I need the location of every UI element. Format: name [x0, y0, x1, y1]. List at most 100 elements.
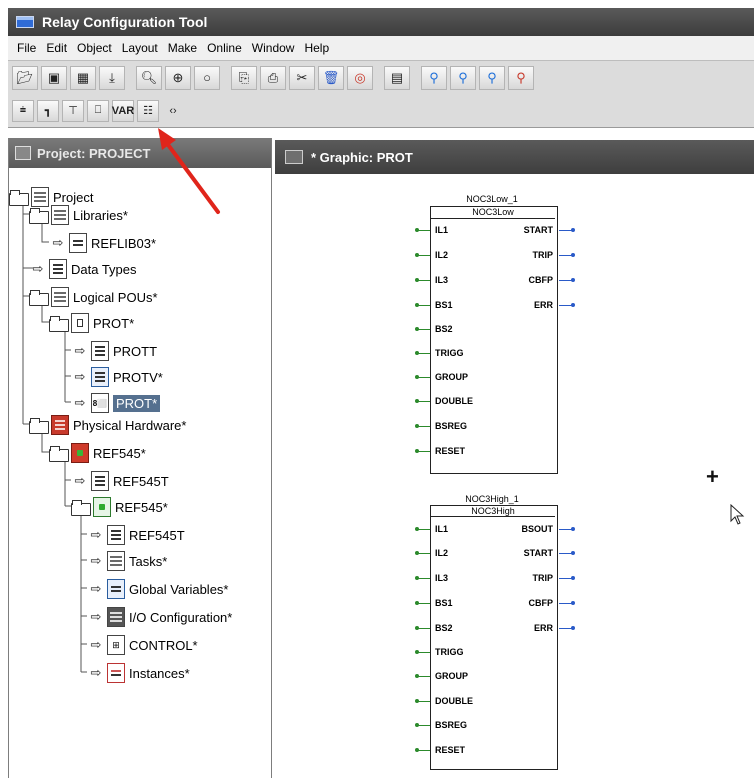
- tree-item-protv[interactable]: ⇨ PROTV*: [71, 366, 163, 388]
- input-wire[interactable]: [415, 650, 430, 654]
- input-wire[interactable]: [415, 449, 430, 453]
- calendar-icon[interactable]: ▤: [384, 65, 410, 90]
- output-pin[interactable]: CBFP: [529, 275, 554, 285]
- output-pin[interactable]: START: [524, 225, 553, 235]
- input-pin[interactable]: IL1: [435, 225, 448, 235]
- input-pin[interactable]: BS2: [435, 623, 453, 633]
- delete-icon[interactable]: 🗑︎: [318, 65, 344, 90]
- input-wire[interactable]: [415, 424, 430, 428]
- tree-item-control[interactable]: ⇨ ⊞ CONTROL*: [87, 634, 198, 656]
- tree-item-global-variables[interactable]: ⇨ Global Variables*: [87, 578, 228, 600]
- input-pin[interactable]: RESET: [435, 745, 465, 755]
- tree-item-ref545t-config[interactable]: ⇨ REF545T: [71, 470, 169, 492]
- input-wire[interactable]: [415, 228, 430, 232]
- wire-icon[interactable]: ⩧: [12, 99, 34, 122]
- input-wire[interactable]: [415, 399, 430, 403]
- tree-item-libraries[interactable]: Libraries*: [29, 204, 128, 226]
- input-wire[interactable]: [415, 253, 430, 257]
- input-wire[interactable]: [415, 327, 430, 331]
- input-wire[interactable]: [415, 748, 430, 752]
- tree-item-instances[interactable]: ⇨ Instances*: [87, 662, 190, 684]
- input-pin[interactable]: RESET: [435, 446, 465, 456]
- function-block-noc3high[interactable]: NOC3High IL1 IL2 IL3 BS1 BS2 TRIGG GROUP…: [430, 505, 558, 770]
- find-icon[interactable]: ⚲: [421, 65, 447, 90]
- input-wire[interactable]: [415, 375, 430, 379]
- tree-item-tasks[interactable]: ⇨ Tasks*: [87, 550, 167, 572]
- output-pin[interactable]: CBFP: [529, 598, 554, 608]
- output-wire[interactable]: [559, 601, 575, 605]
- input-pin[interactable]: GROUP: [435, 372, 468, 382]
- input-pin[interactable]: DOUBLE: [435, 396, 473, 406]
- input-pin[interactable]: IL2: [435, 250, 448, 260]
- cut-icon[interactable]: ✂: [289, 65, 315, 90]
- menu-online[interactable]: Online: [202, 41, 247, 55]
- menu-object[interactable]: Object: [72, 41, 117, 55]
- import-icon[interactable]: ⤓: [99, 65, 125, 90]
- input-pin[interactable]: BS2: [435, 324, 453, 334]
- input-pin[interactable]: BS1: [435, 598, 453, 608]
- output-pin[interactable]: TRIP: [532, 573, 553, 583]
- tree-item-ref545t-doc[interactable]: ⇨ REF545T: [87, 524, 185, 546]
- find-replace-icon[interactable]: ⚲: [508, 65, 534, 90]
- input-wire[interactable]: [415, 601, 430, 605]
- zoom-in-icon[interactable]: ⊕: [165, 65, 191, 90]
- input-pin[interactable]: BSREG: [435, 720, 467, 730]
- input-pin[interactable]: BSREG: [435, 421, 467, 431]
- tree-item-physical-hardware[interactable]: Physical Hardware*: [29, 414, 186, 436]
- input-wire[interactable]: [415, 576, 430, 580]
- input-wire[interactable]: [415, 551, 430, 555]
- menu-edit[interactable]: Edit: [41, 41, 72, 55]
- output-wire[interactable]: [559, 551, 575, 555]
- tree-item-data-types[interactable]: ⇨ Data Types: [29, 258, 137, 280]
- input-pin[interactable]: IL3: [435, 573, 448, 583]
- fb-icon[interactable]: ⎕: [87, 99, 109, 122]
- input-pin[interactable]: IL3: [435, 275, 448, 285]
- connector-icon[interactable]: ┓: [37, 99, 59, 122]
- menu-help[interactable]: Help: [299, 41, 334, 55]
- input-wire[interactable]: [415, 674, 430, 678]
- input-pin[interactable]: DOUBLE: [435, 696, 473, 706]
- grid-icon[interactable]: ▦: [70, 65, 96, 90]
- output-wire[interactable]: [559, 527, 575, 531]
- menu-layout[interactable]: Layout: [117, 41, 163, 55]
- jump-icon[interactable]: ‹›: [162, 100, 184, 122]
- input-wire[interactable]: [415, 723, 430, 727]
- output-wire[interactable]: [559, 278, 575, 282]
- function-block-noc3low[interactable]: NOC3Low IL1 IL2 IL3 BS1 BS2 TRIGG GROUP …: [430, 206, 558, 474]
- output-wire[interactable]: [559, 228, 575, 232]
- var-icon[interactable]: VAR: [112, 99, 134, 122]
- open-icon[interactable]: 📂︎: [12, 65, 38, 90]
- input-wire[interactable]: [415, 626, 430, 630]
- input-pin[interactable]: IL1: [435, 524, 448, 534]
- output-pin[interactable]: START: [524, 548, 553, 558]
- input-pin[interactable]: GROUP: [435, 671, 468, 681]
- tree-item-ref545-device[interactable]: REF545*: [49, 442, 146, 464]
- menu-window[interactable]: Window: [247, 41, 300, 55]
- tree-item-ref545-resource[interactable]: REF545*: [71, 496, 168, 518]
- paste-icon[interactable]: ⎙: [260, 65, 286, 90]
- find-prev-icon[interactable]: ⚲: [479, 65, 505, 90]
- tree-item-prott[interactable]: ⇨ PROTT: [71, 340, 157, 362]
- output-pin[interactable]: ERR: [534, 623, 553, 633]
- zoom-out-icon[interactable]: 🔍︎: [136, 65, 162, 90]
- find-next-icon[interactable]: ⚲: [450, 65, 476, 90]
- output-pin[interactable]: TRIP: [532, 250, 553, 260]
- tree-item-logical-pous[interactable]: Logical POUs*: [29, 286, 158, 308]
- ladder-icon[interactable]: ☷: [137, 99, 159, 122]
- input-wire[interactable]: [415, 278, 430, 282]
- tree-item-prot-folder[interactable]: PROT*: [49, 312, 134, 334]
- text-icon[interactable]: ⊤: [62, 99, 84, 122]
- input-wire[interactable]: [415, 303, 430, 307]
- save-icon[interactable]: ▣: [41, 65, 67, 90]
- lifebuoy-icon[interactable]: ◎: [347, 65, 373, 90]
- output-wire[interactable]: [559, 576, 575, 580]
- zoom-fit-icon[interactable]: ○: [194, 65, 220, 90]
- copy-icon[interactable]: ⎘: [231, 65, 257, 90]
- input-pin[interactable]: TRIGG: [435, 348, 464, 358]
- input-wire[interactable]: [415, 527, 430, 531]
- input-wire[interactable]: [415, 699, 430, 703]
- input-wire[interactable]: [415, 351, 430, 355]
- output-wire[interactable]: [559, 626, 575, 630]
- input-pin[interactable]: TRIGG: [435, 647, 464, 657]
- menu-make[interactable]: Make: [163, 41, 202, 55]
